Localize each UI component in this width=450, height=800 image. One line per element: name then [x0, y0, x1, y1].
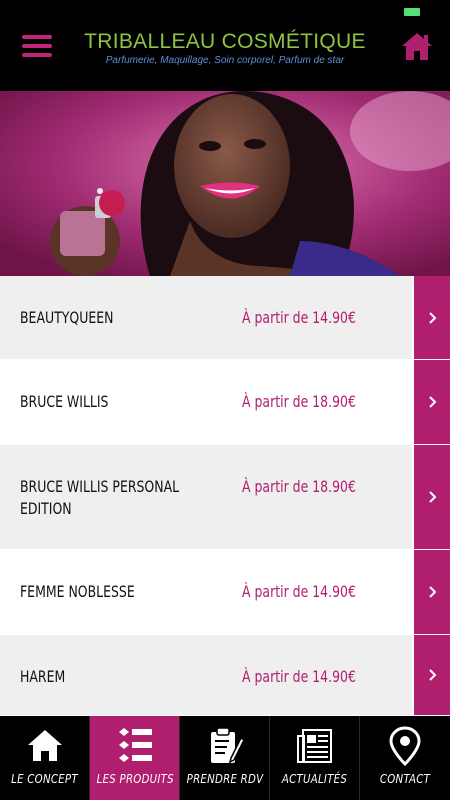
brand-block: TRIBALLEAU COSMÉTIQUE Parfumerie, Maquil…	[70, 30, 380, 67]
tab-label: PRENDRE RDV	[186, 772, 264, 786]
home-icon	[402, 33, 432, 60]
product-name: FEMME NOBLESSE	[20, 582, 135, 601]
brand-subtitle: Parfumerie, Maquillage, Soin corporel, P…	[105, 55, 345, 66]
tab-label: CONTACT	[379, 772, 431, 786]
hero-woman-perfume-image	[0, 91, 450, 276]
product-price: À partir de 14.90€	[242, 308, 356, 327]
menu-button[interactable]	[22, 35, 52, 59]
product-list: BEAUTYQUEEN À partir de 14.90€ BRUCE WIL…	[0, 276, 450, 716]
hero-banner	[0, 91, 450, 276]
product-row[interactable]: BRUCE WILLIS À partir de 18.90€	[0, 360, 450, 445]
product-name: BEAUTYQUEEN	[20, 308, 114, 327]
chevron-right-icon	[429, 491, 437, 503]
app-header: TRIBALLEAU COSMÉTIQUE Parfumerie, Maquil…	[0, 0, 450, 91]
product-row[interactable]: HAREM À partir de 14.90€	[0, 635, 450, 716]
chevron-right-icon	[429, 586, 437, 598]
product-arrow-button[interactable]	[412, 550, 450, 634]
product-arrow-button[interactable]	[412, 635, 450, 715]
tab-label: LE CONCEPT	[11, 772, 78, 786]
tab-prendre-rdv[interactable]: PRENDRE RDV	[180, 716, 270, 800]
product-name: BRUCE WILLIS PERSONAL EDITION	[20, 477, 180, 518]
product-name: HAREM	[20, 667, 66, 686]
home-icon	[27, 730, 62, 761]
tab-actualites[interactable]: ACTUALITÉS	[270, 716, 360, 800]
product-arrow-button[interactable]	[412, 276, 450, 359]
home-button[interactable]	[400, 30, 434, 64]
list-icon	[118, 728, 152, 762]
chevron-right-icon	[429, 669, 437, 681]
chevron-right-icon	[429, 311, 437, 324]
location-pin-icon	[389, 726, 421, 766]
product-name: BRUCE WILLIS	[20, 392, 109, 411]
battery-icon	[404, 8, 420, 16]
product-price: À partir de 14.90€	[242, 582, 356, 601]
newspaper-icon	[296, 729, 332, 763]
product-arrow-button[interactable]	[412, 360, 450, 444]
product-price: À partir de 18.90€	[242, 392, 356, 411]
hamburger-icon	[22, 35, 52, 39]
tab-label: LES PRODUITS	[96, 772, 174, 786]
chevron-right-icon	[429, 396, 437, 408]
product-row[interactable]: BRUCE WILLIS PERSONAL EDITION À partir d…	[0, 445, 450, 550]
product-row[interactable]: FEMME NOBLESSE À partir de 14.90€	[0, 550, 450, 635]
product-price: À partir de 14.90€	[242, 667, 356, 686]
product-row[interactable]: BEAUTYQUEEN À partir de 14.90€	[0, 276, 450, 360]
brand-title: TRIBALLEAU COSMÉTIQUE	[84, 30, 366, 53]
tab-label: ACTUALITÉS	[281, 772, 348, 786]
bottom-tab-bar: LE CONCEPT LES PRODUITS PRENDRE RDV ACTU…	[0, 716, 450, 800]
product-price: À partir de 18.90€	[242, 477, 356, 496]
tab-le-concept[interactable]: LE CONCEPT	[0, 716, 90, 800]
tab-les-produits[interactable]: LES PRODUITS	[90, 716, 180, 800]
product-arrow-button[interactable]	[412, 445, 450, 549]
clipboard-pen-icon	[210, 727, 245, 764]
tab-contact[interactable]: CONTACT	[360, 716, 450, 800]
